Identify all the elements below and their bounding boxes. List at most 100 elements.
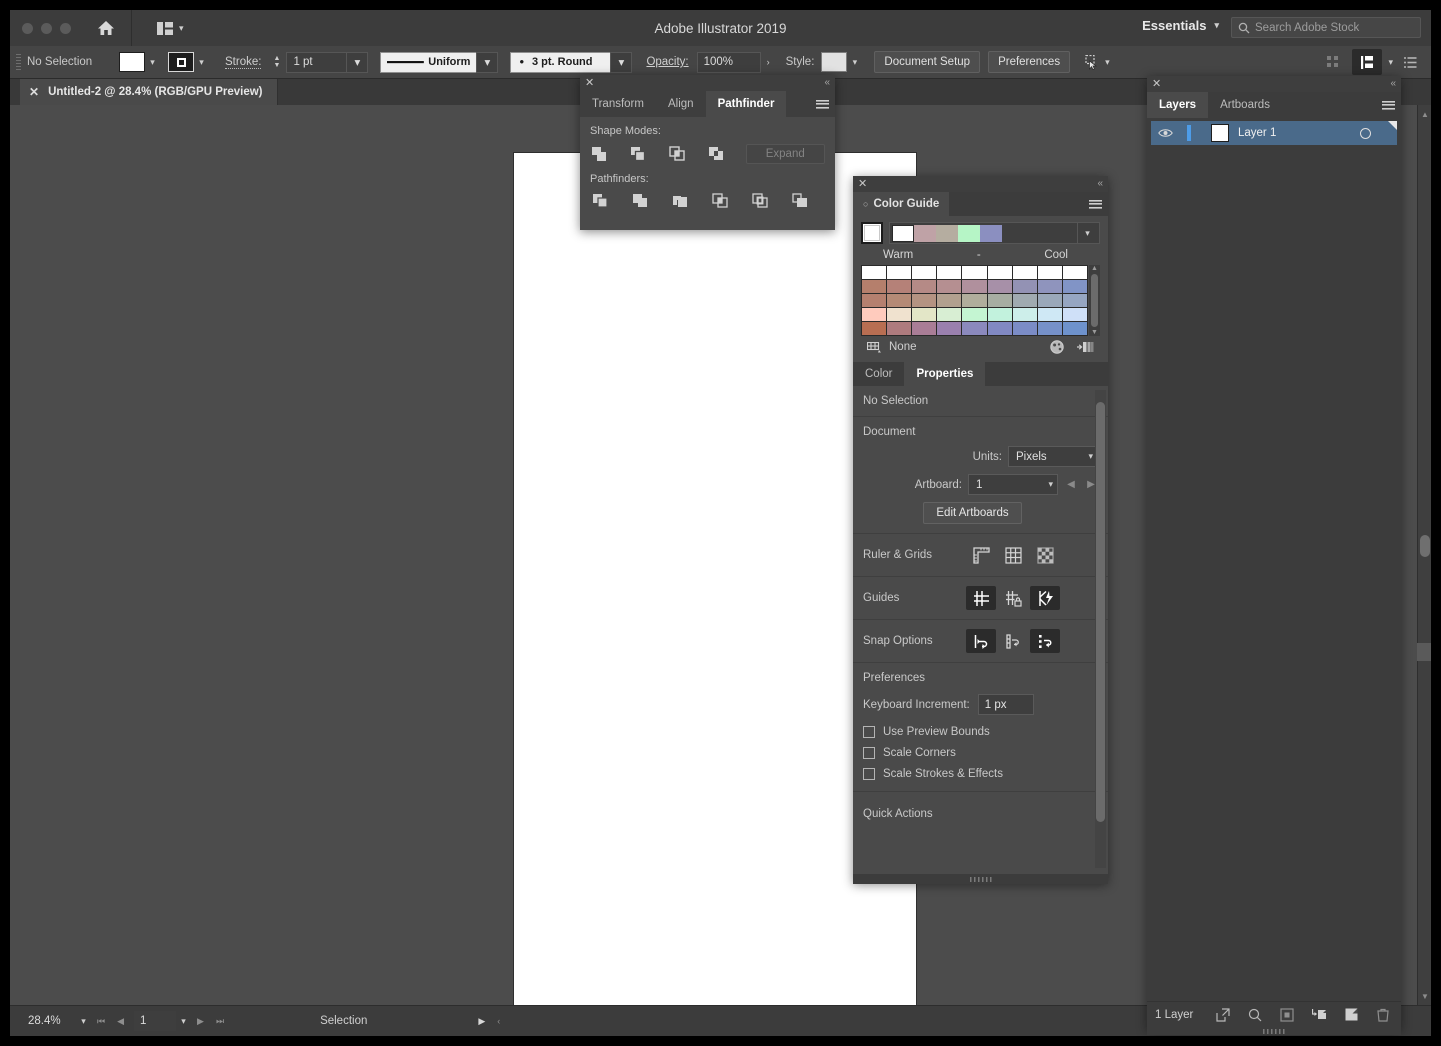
show-grid-icon[interactable] <box>998 543 1028 567</box>
canvas-vertical-scrollbar[interactable]: ▲ ▼ <box>1417 105 1431 1005</box>
collapse-icon[interactable]: « <box>824 78 830 88</box>
scroll-up-icon[interactable]: ▲ <box>1091 265 1098 272</box>
tab-transform[interactable]: Transform <box>580 91 656 117</box>
workspace-switcher[interactable]: Essentials ▾ <box>1142 18 1219 33</box>
color-variation-grid[interactable] <box>861 265 1088 336</box>
layers-panel-header[interactable]: ✕ « <box>1147 76 1401 92</box>
close-window-button[interactable] <box>22 23 33 34</box>
set-base-color-swatch[interactable] <box>861 222 883 244</box>
color-swatch-1-4[interactable] <box>962 280 986 293</box>
lock-guides-icon[interactable] <box>998 586 1028 610</box>
layer-thumbnail[interactable] <box>1211 124 1229 142</box>
next-artboard-icon[interactable]: ▶ <box>191 1016 210 1027</box>
eye-icon[interactable] <box>1151 128 1179 138</box>
graphic-style-chevron-down-icon[interactable]: ▾ <box>847 52 862 72</box>
color-swatch-3-8[interactable] <box>1063 308 1087 321</box>
color-swatch-0-2[interactable] <box>912 266 936 279</box>
color-swatch-4-1[interactable] <box>887 322 911 335</box>
previous-artboard-icon[interactable]: ◀ <box>1064 479 1078 490</box>
layers-resize-grip[interactable] <box>1147 1027 1401 1035</box>
home-icon[interactable] <box>95 17 117 39</box>
use-preview-bounds-row[interactable]: Use Preview Bounds <box>863 726 1098 738</box>
preferences-button[interactable]: Preferences <box>988 51 1070 73</box>
layer-name[interactable]: Layer 1 <box>1238 127 1276 139</box>
opacity-input[interactable]: 100% <box>697 52 761 73</box>
tab-artboards[interactable]: Artboards <box>1208 92 1282 118</box>
properties-chevron-down-icon[interactable]: ▾ <box>1388 57 1393 68</box>
collapse-icon[interactable]: « <box>1097 179 1103 189</box>
scroll-down-icon[interactable]: ▼ <box>1418 989 1431 1003</box>
stroke-weight-stepper[interactable]: ▲▼ <box>271 55 282 69</box>
brush-definition-chevron-down-icon[interactable]: ▾ <box>610 52 632 73</box>
color-swatch-2-1[interactable] <box>887 294 911 307</box>
harmony-swatch-4[interactable] <box>980 225 1002 242</box>
color-swatch-2-7[interactable] <box>1038 294 1062 307</box>
harmony-rules-strip[interactable]: ▾ <box>889 222 1100 244</box>
fill-swatch-chevron-down-icon[interactable]: ▾ <box>145 52 160 72</box>
unite-icon[interactable] <box>590 145 610 163</box>
scale-strokes-effects-row[interactable]: Scale Strokes & Effects <box>863 768 1098 780</box>
layer-row[interactable]: Layer 1 <box>1151 121 1397 145</box>
target-circle-icon[interactable] <box>1360 128 1371 139</box>
color-swatch-2-2[interactable] <box>912 294 936 307</box>
scale-corners-checkbox[interactable] <box>863 747 875 759</box>
panel-menu-icon[interactable] <box>1082 192 1108 216</box>
scale-corners-row[interactable]: Scale Corners <box>863 747 1098 759</box>
tab-pathfinder[interactable]: Pathfinder <box>706 91 787 117</box>
stroke-weight-chevron-down-icon[interactable]: ▾ <box>346 52 368 73</box>
divide-icon[interactable] <box>590 192 610 210</box>
show-rulers-icon[interactable] <box>966 543 996 567</box>
artboard-number-input[interactable]: 1 <box>134 1011 176 1031</box>
opacity-label[interactable]: Opacity: <box>646 56 688 68</box>
create-sublayer-icon[interactable] <box>1311 1007 1327 1023</box>
color-swatch-3-1[interactable] <box>887 308 911 321</box>
minimize-window-button[interactable] <box>41 23 52 34</box>
color-swatch-1-5[interactable] <box>988 280 1012 293</box>
color-swatch-3-6[interactable] <box>1013 308 1037 321</box>
last-artboard-icon[interactable]: ⏭ <box>210 1016 230 1027</box>
tab-layers[interactable]: Layers <box>1147 92 1208 118</box>
keyboard-increment-input[interactable]: 1 px <box>978 694 1034 715</box>
play-icon[interactable]: ▶ <box>472 1016 491 1027</box>
color-swatch-1-3[interactable] <box>937 280 961 293</box>
color-swatch-4-4[interactable] <box>962 322 986 335</box>
color-swatch-4-3[interactable] <box>937 322 961 335</box>
use-preview-bounds-checkbox[interactable] <box>863 726 875 738</box>
tool-status[interactable]: Selection <box>320 1015 367 1027</box>
exclude-icon[interactable] <box>707 145 727 163</box>
window-controls[interactable] <box>22 23 71 34</box>
document-setup-button[interactable]: Document Setup <box>874 51 980 73</box>
color-swatch-0-0[interactable] <box>862 266 886 279</box>
new-layer-icon[interactable] <box>1343 1007 1359 1023</box>
color-swatch-4-2[interactable] <box>912 322 936 335</box>
first-artboard-icon[interactable]: ⏮ <box>91 1016 111 1027</box>
properties-scroll-area[interactable]: No Selection Document Units: Pixels ▾ Ar… <box>853 386 1108 874</box>
color-swatch-1-0[interactable] <box>862 280 886 293</box>
tab-color-guide[interactable]: ○ Color Guide <box>853 192 949 216</box>
harmony-swatch-2[interactable] <box>936 225 958 242</box>
tab-align[interactable]: Align <box>656 91 706 117</box>
tab-color[interactable]: Color <box>853 362 904 386</box>
show-guides-icon[interactable] <box>966 586 996 610</box>
more-options-icon[interactable] <box>1399 50 1421 74</box>
color-swatch-0-8[interactable] <box>1063 266 1087 279</box>
layers-list[interactable]: Layer 1 <box>1147 121 1401 1001</box>
harmony-rules-chevron-down-icon[interactable]: ▾ <box>1077 222 1097 244</box>
trim-icon[interactable] <box>630 192 650 210</box>
collapse-icon[interactable]: « <box>1390 79 1396 89</box>
color-swatch-4-8[interactable] <box>1063 322 1087 335</box>
zoom-chevron-down-icon[interactable]: ▾ <box>76 1011 91 1031</box>
maximize-window-button[interactable] <box>60 23 71 34</box>
color-swatch-4-6[interactable] <box>1013 322 1037 335</box>
snap-to-point-icon[interactable] <box>966 629 996 653</box>
panel-resize-grip[interactable] <box>853 874 1108 884</box>
color-swatch-3-2[interactable] <box>912 308 936 321</box>
expand-button[interactable]: Expand <box>746 144 826 164</box>
minus-back-icon[interactable] <box>790 192 810 210</box>
fill-color-swatch[interactable] <box>119 52 145 72</box>
release-to-layers-icon[interactable] <box>1215 1007 1231 1023</box>
harmony-swatch-0[interactable] <box>892 225 914 242</box>
color-swatch-1-2[interactable] <box>912 280 936 293</box>
color-guide-panel-header[interactable]: ✕ « <box>853 176 1108 192</box>
stroke-color-swatch[interactable] <box>168 52 194 72</box>
